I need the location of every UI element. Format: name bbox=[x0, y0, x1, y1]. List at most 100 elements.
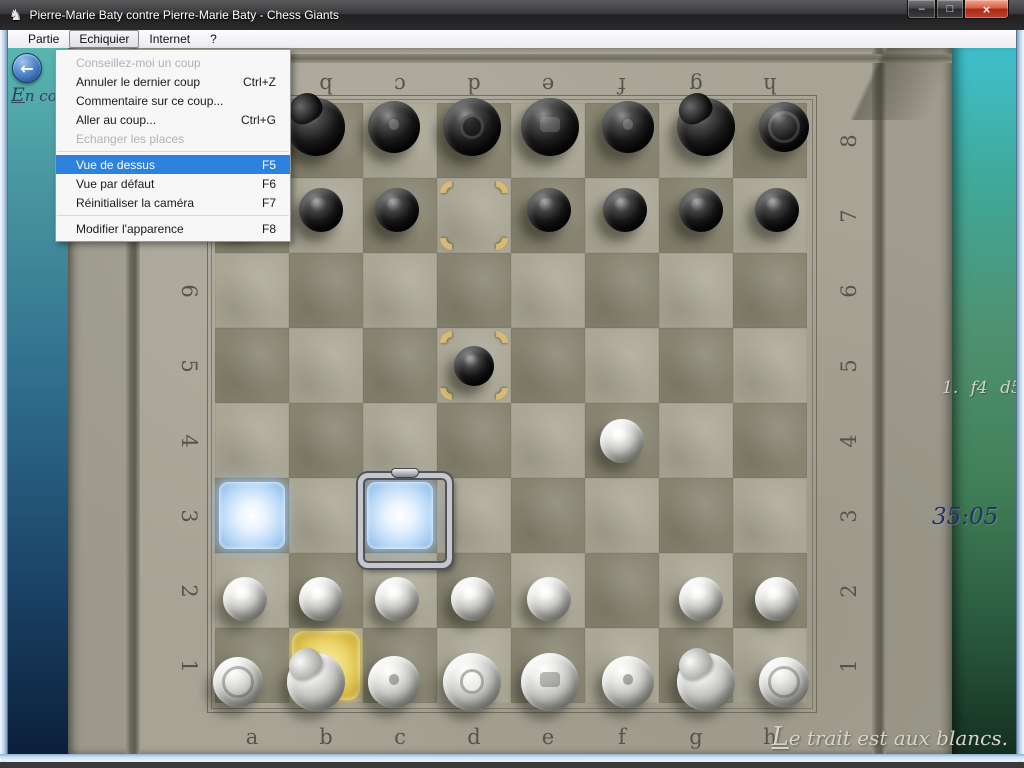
menubar-item-internet[interactable]: Internet bbox=[139, 30, 200, 48]
menu-item-modifier-l-apparence[interactable]: Modifier l'apparenceF8 bbox=[56, 219, 290, 238]
black-queen-d8[interactable] bbox=[443, 98, 501, 156]
square-f3[interactable] bbox=[585, 478, 659, 553]
square-a5[interactable] bbox=[215, 328, 289, 403]
hover-frame-c3[interactable] bbox=[358, 473, 452, 568]
square-g3[interactable] bbox=[659, 478, 733, 553]
menu-item-label: Réinitialiser la caméra bbox=[76, 196, 194, 210]
white-bishop-c1[interactable] bbox=[368, 656, 420, 708]
menu-item-aller-au-coup[interactable]: Aller au coup...Ctrl+G bbox=[56, 110, 290, 129]
square-a6[interactable] bbox=[215, 253, 289, 328]
square-c5[interactable] bbox=[363, 328, 437, 403]
minimize-button[interactable]: – bbox=[907, 0, 936, 19]
black-knight-b8[interactable] bbox=[287, 98, 345, 156]
square-h3[interactable] bbox=[733, 478, 807, 553]
window-border-right bbox=[1016, 30, 1024, 762]
white-pawn-f4[interactable] bbox=[600, 419, 644, 463]
black-pawn-g7[interactable] bbox=[679, 188, 723, 232]
menu-item-shortcut: Ctrl+G bbox=[241, 113, 276, 127]
window-border-left bbox=[0, 30, 8, 762]
square-b6[interactable] bbox=[289, 253, 363, 328]
menu-item-commentaire-sur-ce-coup[interactable]: Commentaire sur ce coup... bbox=[56, 91, 290, 110]
square-e5[interactable] bbox=[511, 328, 585, 403]
white-bishop-f1[interactable] bbox=[602, 656, 654, 708]
file-label-bottom-b: b bbox=[314, 724, 338, 750]
menu-item-shortcut: Ctrl+Z bbox=[243, 75, 276, 89]
black-pawn-f7[interactable] bbox=[603, 188, 647, 232]
desktop-edge bbox=[0, 762, 1024, 768]
square-h6[interactable] bbox=[733, 253, 807, 328]
menu-item-vue-par-defaut[interactable]: Vue par défautF6 bbox=[56, 174, 290, 193]
frame-corner-shadow bbox=[802, 48, 952, 120]
black-pawn-b7[interactable] bbox=[299, 188, 343, 232]
menu-item-label: Conseillez-moi un coup bbox=[76, 56, 201, 70]
black-bishop-c8[interactable] bbox=[368, 101, 420, 153]
white-pawn-b2[interactable] bbox=[299, 577, 343, 621]
black-rook-h8[interactable] bbox=[759, 102, 809, 152]
square-f5[interactable] bbox=[585, 328, 659, 403]
menu-item-label: Echanger les places bbox=[76, 132, 184, 146]
turn-status-text: Le trait est aux blancs. bbox=[771, 722, 1008, 752]
rank-label-left-5: 5 bbox=[176, 354, 202, 378]
square-e3[interactable] bbox=[511, 478, 585, 553]
square-g4[interactable] bbox=[659, 403, 733, 478]
square-d4[interactable] bbox=[437, 403, 511, 478]
rank-label-right-3: 3 bbox=[836, 504, 862, 528]
square-a4[interactable] bbox=[215, 403, 289, 478]
white-pawn-e2[interactable] bbox=[527, 577, 571, 621]
back-arrow-button[interactable]: ← bbox=[12, 53, 42, 83]
black-pawn-c7[interactable] bbox=[375, 188, 419, 232]
menu-item-reinitialiser-la-camera[interactable]: Réinitialiser la caméraF7 bbox=[56, 193, 290, 212]
square-c6[interactable] bbox=[363, 253, 437, 328]
close-button[interactable]: × bbox=[964, 0, 1009, 19]
white-king-e1[interactable] bbox=[521, 653, 579, 711]
white-pawn-h2[interactable] bbox=[755, 577, 799, 621]
white-pawn-g2[interactable] bbox=[679, 577, 723, 621]
menubar-item-echiquier[interactable]: Echiquier bbox=[69, 30, 139, 48]
square-g6[interactable] bbox=[659, 253, 733, 328]
menu-item-shortcut: F8 bbox=[262, 222, 276, 236]
white-pawn-a2[interactable] bbox=[223, 577, 267, 621]
square-h4[interactable] bbox=[733, 403, 807, 478]
black-pawn-d5[interactable] bbox=[454, 346, 494, 386]
frame-groove-right bbox=[872, 48, 886, 754]
square-b3[interactable] bbox=[289, 478, 363, 553]
rank-label-right-1: 1 bbox=[836, 654, 862, 678]
black-pawn-e7[interactable] bbox=[527, 188, 571, 232]
white-rook-a1[interactable] bbox=[213, 657, 263, 707]
file-label-bottom-g: g bbox=[684, 724, 708, 750]
rank-label-right-5: 5 bbox=[836, 354, 862, 378]
white-pawn-c2[interactable] bbox=[375, 577, 419, 621]
black-knight-g8[interactable] bbox=[677, 98, 735, 156]
white-rook-h1[interactable] bbox=[759, 657, 809, 707]
square-d6[interactable] bbox=[437, 253, 511, 328]
frame-band-right bbox=[886, 48, 952, 754]
square-g5[interactable] bbox=[659, 328, 733, 403]
menu-item-vue-de-dessus[interactable]: Vue de dessusF5 bbox=[56, 155, 290, 174]
move-hint-glow-a3[interactable] bbox=[219, 482, 285, 549]
white-queen-d1[interactable] bbox=[443, 653, 501, 711]
echiquier-dropdown-menu: Conseillez-moi un coup Annuler le dernier… bbox=[55, 49, 291, 242]
black-pawn-h7[interactable] bbox=[755, 188, 799, 232]
menubar-item-help[interactable]: ? bbox=[200, 30, 227, 48]
white-knight-b1[interactable] bbox=[287, 653, 345, 711]
square-e6[interactable] bbox=[511, 253, 585, 328]
app-chess-icon: ♞ bbox=[9, 6, 22, 24]
square-h5[interactable] bbox=[733, 328, 807, 403]
square-b5[interactable] bbox=[289, 328, 363, 403]
window-border-bottom bbox=[0, 754, 1024, 762]
square-f6[interactable] bbox=[585, 253, 659, 328]
black-bishop-f8[interactable] bbox=[602, 101, 654, 153]
white-knight-g1[interactable] bbox=[677, 653, 735, 711]
square-b4[interactable] bbox=[289, 403, 363, 478]
square-e4[interactable] bbox=[511, 403, 585, 478]
square-c4[interactable] bbox=[363, 403, 437, 478]
rank-label-left-4: 4 bbox=[176, 429, 202, 453]
white-pawn-d2[interactable] bbox=[451, 577, 495, 621]
menubar-item-partie[interactable]: Partie bbox=[18, 30, 69, 48]
menu-item-shortcut: F5 bbox=[262, 158, 276, 172]
black-king-e8[interactable] bbox=[521, 98, 579, 156]
square-f2[interactable] bbox=[585, 553, 659, 628]
maximize-button[interactable]: □ bbox=[936, 0, 964, 19]
menu-item-annuler-le-dernier-coup[interactable]: Annuler le dernier coupCtrl+Z bbox=[56, 72, 290, 91]
title-bar[interactable]: ♞ Pierre-Marie Baty contre Pierre-Marie … bbox=[0, 0, 1024, 31]
